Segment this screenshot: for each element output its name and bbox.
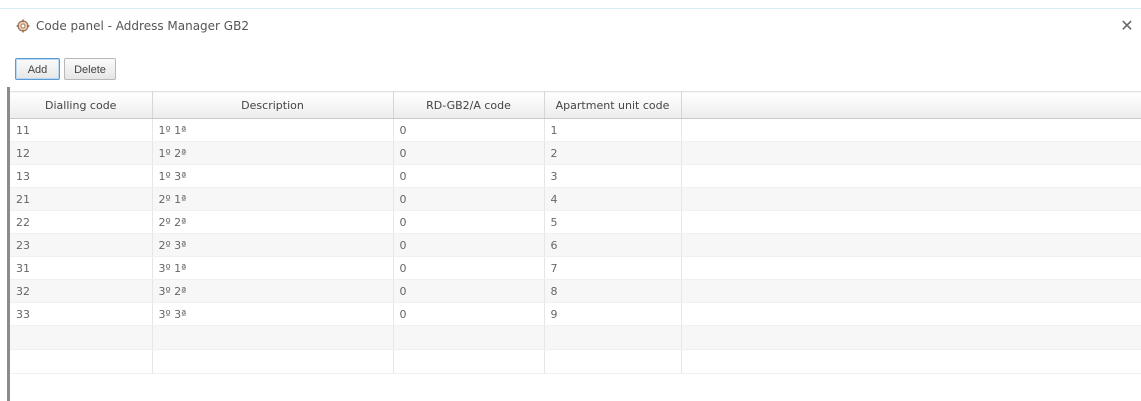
cell-rd-code[interactable]: 0 — [393, 118, 545, 142]
delete-button[interactable]: Delete — [64, 58, 116, 80]
cell-dialling-code[interactable]: 32 — [10, 279, 153, 303]
cell-filler — [681, 233, 1141, 257]
table-row[interactable]: 33 3º 3ª 0 9 — [10, 302, 1141, 326]
table-row[interactable]: 13 1º 3ª 0 3 — [10, 164, 1141, 188]
cell-filler — [681, 118, 1141, 142]
cell-apartment-code[interactable]: 4 — [544, 187, 682, 211]
cell-empty — [544, 325, 682, 350]
table-row[interactable]: 32 3º 2ª 0 8 — [10, 279, 1141, 303]
cell-apartment-code[interactable]: 9 — [544, 302, 682, 326]
cell-dialling-code[interactable]: 11 — [10, 118, 153, 142]
cell-dialling-code[interactable]: 31 — [10, 256, 153, 280]
cell-dialling-code[interactable]: 33 — [10, 302, 153, 326]
cell-filler — [681, 302, 1141, 326]
title-bar: Code panel - Address Manager GB2 ✕ — [0, 9, 1141, 47]
cell-apartment-code[interactable]: 1 — [544, 118, 682, 142]
column-header-dialling-code[interactable]: Dialling code — [10, 91, 153, 119]
cell-filler — [681, 164, 1141, 188]
cell-filler — [681, 141, 1141, 165]
cell-rd-code[interactable]: 0 — [393, 256, 545, 280]
cell-empty — [393, 325, 545, 350]
table-row[interactable]: 12 1º 2ª 0 2 — [10, 141, 1141, 165]
cell-description[interactable]: 3º 3ª — [152, 302, 394, 326]
cell-empty — [10, 325, 153, 350]
cell-apartment-code[interactable]: 2 — [544, 141, 682, 165]
cell-filler — [681, 279, 1141, 303]
cell-apartment-code[interactable]: 6 — [544, 233, 682, 257]
cell-description[interactable]: 3º 2ª — [152, 279, 394, 303]
column-header-apartment-unit-code[interactable]: Apartment unit code — [544, 91, 682, 119]
cell-empty — [152, 349, 394, 374]
table-row[interactable]: 11 1º 1ª 0 1 — [10, 118, 1141, 142]
close-icon[interactable]: ✕ — [1118, 17, 1136, 35]
cell-rd-code[interactable]: 0 — [393, 210, 545, 234]
window-title: Code panel - Address Manager GB2 — [36, 19, 249, 33]
cell-apartment-code[interactable]: 5 — [544, 210, 682, 234]
cell-dialling-code[interactable]: 12 — [10, 141, 153, 165]
cell-description[interactable]: 2º 2ª — [152, 210, 394, 234]
cell-rd-code[interactable]: 0 — [393, 141, 545, 165]
window-top-strip — [0, 0, 1141, 9]
cell-description[interactable]: 1º 2ª — [152, 141, 394, 165]
cell-empty — [10, 349, 153, 374]
cell-dialling-code[interactable]: 21 — [10, 187, 153, 211]
table-row[interactable]: 23 2º 3ª 0 6 — [10, 233, 1141, 257]
cell-description[interactable]: 2º 1ª — [152, 187, 394, 211]
app-gear-icon — [16, 18, 30, 33]
cell-empty — [544, 349, 682, 374]
cell-dialling-code[interactable]: 23 — [10, 233, 153, 257]
codes-table: Dialling code Description RD-GB2/A code … — [10, 91, 1141, 401]
cell-rd-code[interactable]: 0 — [393, 164, 545, 188]
cell-empty — [152, 325, 394, 350]
column-header-rd-gb2-a-code[interactable]: RD-GB2/A code — [393, 91, 545, 119]
code-panel-window: Code panel - Address Manager GB2 ✕ Add D… — [0, 0, 1141, 401]
column-header-filler — [681, 91, 1141, 119]
cell-description[interactable]: 3º 1ª — [152, 256, 394, 280]
table-header-row: Dialling code Description RD-GB2/A code … — [10, 91, 1141, 119]
cell-description[interactable]: 1º 3ª — [152, 164, 394, 188]
cell-filler — [681, 256, 1141, 280]
cell-empty — [681, 325, 1141, 350]
cell-apartment-code[interactable]: 3 — [544, 164, 682, 188]
cell-dialling-code[interactable]: 22 — [10, 210, 153, 234]
cell-rd-code[interactable]: 0 — [393, 302, 545, 326]
table-row[interactable]: 31 3º 1ª 0 7 — [10, 256, 1141, 280]
cell-apartment-code[interactable]: 8 — [544, 279, 682, 303]
table-row-empty — [10, 325, 1141, 350]
cell-rd-code[interactable]: 0 — [393, 233, 545, 257]
cell-empty — [681, 349, 1141, 374]
add-button[interactable]: Add — [15, 58, 60, 80]
cell-filler — [681, 210, 1141, 234]
cell-apartment-code[interactable]: 7 — [544, 256, 682, 280]
cell-description[interactable]: 1º 1ª — [152, 118, 394, 142]
cell-rd-code[interactable]: 0 — [393, 279, 545, 303]
cell-description[interactable]: 2º 3ª — [152, 233, 394, 257]
table-row[interactable]: 22 2º 2ª 0 5 — [10, 210, 1141, 234]
table-row-empty — [10, 349, 1141, 374]
cell-dialling-code[interactable]: 13 — [10, 164, 153, 188]
cell-filler — [681, 187, 1141, 211]
column-header-description[interactable]: Description — [152, 91, 394, 119]
cell-rd-code[interactable]: 0 — [393, 187, 545, 211]
table-row[interactable]: 21 2º 1ª 0 4 — [10, 187, 1141, 211]
cell-empty — [393, 349, 545, 374]
toolbar: Add Delete — [0, 47, 1141, 87]
